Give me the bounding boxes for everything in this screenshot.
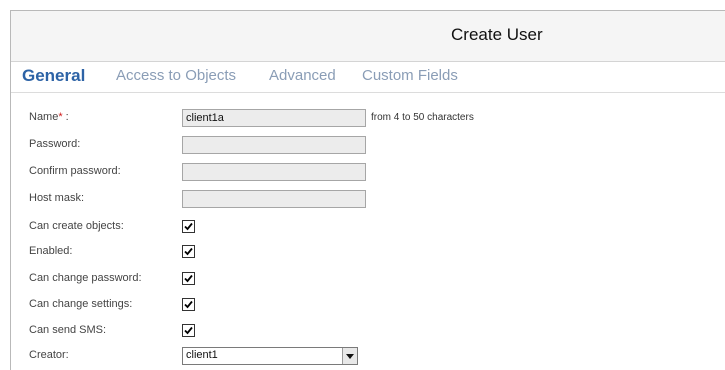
checkmark-icon bbox=[184, 222, 193, 231]
confirm-password-input[interactable] bbox=[182, 163, 366, 181]
creator-select-value: client1 bbox=[186, 349, 218, 361]
host-mask-row: Host mask: bbox=[11, 189, 725, 211]
can-create-objects-label: Can create objects: bbox=[29, 220, 124, 232]
create-user-dialog: Create User General Access to Objects Ad… bbox=[10, 10, 725, 370]
checkmark-icon bbox=[184, 247, 193, 256]
chevron-down-icon bbox=[346, 354, 354, 359]
can-send-sms-checkbox[interactable] bbox=[182, 324, 195, 337]
checkmark-icon bbox=[184, 326, 193, 335]
tab-access-to-objects[interactable]: Access to Objects bbox=[116, 67, 236, 84]
checkmark-icon bbox=[184, 300, 193, 309]
tab-custom-fields[interactable]: Custom Fields bbox=[362, 67, 458, 84]
can-change-password-checkbox[interactable] bbox=[182, 272, 195, 285]
title-bar: Create User bbox=[11, 11, 725, 62]
can-change-settings-checkbox[interactable] bbox=[182, 298, 195, 311]
enabled-row: Enabled: bbox=[11, 242, 725, 264]
can-create-objects-row: Can create objects: bbox=[11, 217, 725, 239]
can-change-settings-row: Can change settings: bbox=[11, 295, 725, 317]
name-hint: from 4 to 50 characters bbox=[371, 112, 474, 123]
host-mask-label: Host mask: bbox=[29, 192, 85, 204]
password-input[interactable] bbox=[182, 136, 366, 154]
tab-advanced[interactable]: Advanced bbox=[269, 67, 336, 84]
tab-divider bbox=[11, 92, 725, 93]
can-change-settings-label: Can change settings: bbox=[29, 298, 133, 310]
creator-row: Creator: client1 bbox=[11, 346, 725, 368]
can-send-sms-label: Can send SMS: bbox=[29, 324, 107, 336]
enabled-checkbox[interactable] bbox=[182, 245, 195, 258]
tab-general[interactable]: General bbox=[22, 66, 85, 86]
password-row: Password: bbox=[11, 135, 725, 157]
password-label: Password: bbox=[29, 138, 81, 150]
can-change-password-row: Can change password: bbox=[11, 269, 725, 291]
confirm-password-row: Confirm password: bbox=[11, 162, 725, 184]
dialog-title: Create User bbox=[451, 25, 543, 44]
name-label: Name* : bbox=[29, 111, 69, 123]
can-send-sms-row: Can send SMS: bbox=[11, 321, 725, 343]
name-row: Name* : from 4 to 50 characters bbox=[11, 108, 725, 130]
host-mask-input[interactable] bbox=[182, 190, 366, 208]
can-change-password-label: Can change password: bbox=[29, 272, 142, 284]
checkmark-icon bbox=[184, 274, 193, 283]
enabled-label: Enabled: bbox=[29, 245, 73, 257]
confirm-password-label: Confirm password: bbox=[29, 165, 121, 177]
can-create-objects-checkbox[interactable] bbox=[182, 220, 195, 233]
name-input[interactable] bbox=[182, 109, 366, 127]
creator-select[interactable]: client1 bbox=[182, 347, 358, 365]
dropdown-button[interactable] bbox=[342, 348, 357, 364]
creator-label: Creator: bbox=[29, 349, 69, 361]
